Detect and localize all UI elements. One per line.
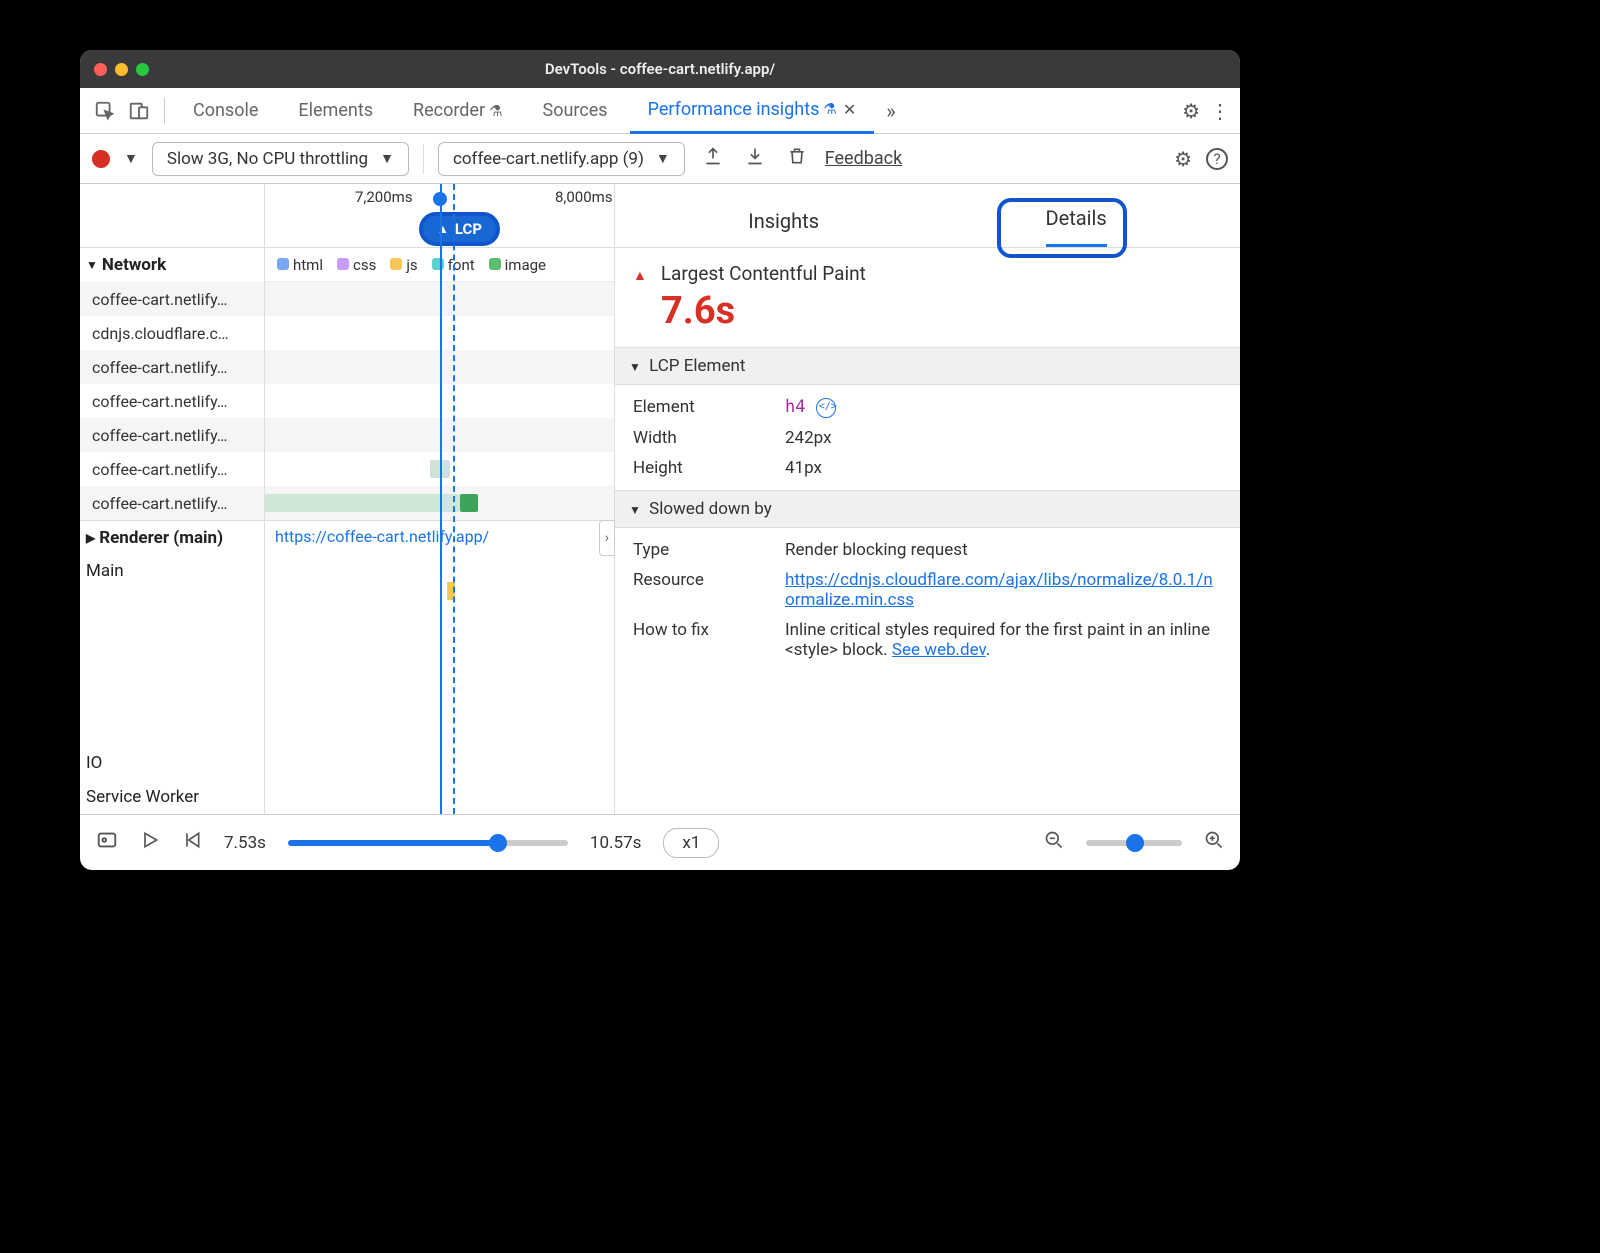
upload-icon[interactable]	[699, 146, 727, 171]
howto-label: How to fix	[633, 620, 773, 660]
timeline-column[interactable]: 7,200ms 8,000ms ▲ LCP html css js font i…	[265, 184, 615, 814]
download-icon[interactable]	[741, 146, 769, 171]
settings-gear-icon[interactable]: ⚙	[1182, 99, 1200, 123]
lcp-element-header[interactable]: ▼ LCP Element	[615, 347, 1240, 385]
network-row[interactable]: coffee-cart.netlify…	[80, 418, 264, 452]
devtools-tabs: Console Elements Recorder⚗ Sources Perfo…	[80, 88, 1240, 134]
network-row[interactable]: coffee-cart.netlify…	[80, 282, 264, 316]
tab-recorder[interactable]: Recorder⚗	[395, 88, 521, 134]
throttling-select[interactable]: Slow 3G, No CPU throttling▼	[152, 142, 409, 176]
lcp-element-table: Element h4 Width 242px Height 41px	[615, 385, 1240, 490]
flask-icon: ⚗	[823, 100, 836, 118]
lcp-value: 7.6s	[661, 289, 1222, 333]
expand-panel-handle[interactable]: ›	[599, 520, 615, 556]
perf-toolbar: ▼ Slow 3G, No CPU throttling▼ coffee-car…	[80, 134, 1240, 184]
tracks-label-column: ▼ Network coffee-cart.netlify… cdnjs.clo…	[80, 184, 265, 814]
network-row[interactable]: coffee-cart.netlify…	[80, 350, 264, 384]
tab-elements[interactable]: Elements	[280, 88, 391, 134]
devtools-window: DevTools - coffee-cart.netlify.app/ Cons…	[80, 50, 1240, 870]
playback-speed[interactable]: x1	[663, 828, 719, 858]
network-request-list: coffee-cart.netlify… cdnjs.cloudflare.c……	[80, 282, 264, 520]
tab-sources[interactable]: Sources	[525, 88, 626, 134]
renderer-main-row[interactable]: Main	[80, 554, 264, 588]
flask-icon: ⚗	[489, 102, 502, 120]
more-tabs-icon[interactable]: »	[886, 99, 895, 123]
zoom-out-icon[interactable]	[1044, 830, 1064, 855]
element-label: Element	[633, 397, 773, 418]
lcp-summary: ▲ Largest Contentful Paint 7.6s	[615, 248, 1240, 347]
time-tick: 7,200ms	[355, 188, 413, 206]
time-tick: 8,000ms	[555, 188, 613, 206]
insights-details-tabs: Insights Details	[615, 184, 1240, 248]
tab-performance-insights[interactable]: Performance insights ⚗ ✕	[630, 88, 875, 134]
element-value[interactable]: h4	[785, 397, 1222, 418]
network-row[interactable]: coffee-cart.netlify…	[80, 486, 264, 520]
inspect-element-icon[interactable]	[90, 96, 120, 126]
time-start: 7.53s	[224, 833, 266, 853]
lcp-dashed-line	[453, 184, 455, 814]
playback-slider[interactable]	[288, 840, 568, 846]
network-row[interactable]: coffee-cart.netlify…	[80, 384, 264, 418]
chevron-down-icon: ▼	[86, 258, 98, 272]
recording-select[interactable]: coffee-cart.netlify.app (9)▼	[438, 142, 685, 176]
tab-details[interactable]: Details	[1046, 206, 1107, 247]
record-button[interactable]	[92, 150, 110, 168]
renderer-url-link[interactable]: https://coffee-cart.netlify.app/	[275, 527, 489, 546]
kebab-menu-icon[interactable]: ⋮	[1210, 99, 1230, 123]
window-title: DevTools - coffee-cart.netlify.app/	[80, 60, 1240, 78]
zoom-slider[interactable]	[1086, 840, 1182, 846]
close-tab-icon[interactable]: ✕	[843, 100, 856, 119]
request-bar[interactable]	[460, 494, 478, 512]
inspect-node-icon[interactable]	[816, 398, 836, 418]
help-icon[interactable]: ?	[1206, 148, 1228, 170]
details-panel: Insights Details ▲ Largest Contentful Pa…	[615, 184, 1240, 814]
type-value: Render blocking request	[785, 540, 1222, 560]
slowed-down-table: Type Render blocking request Resource ht…	[615, 528, 1240, 672]
playback-footer: 7.53s 10.57s x1	[80, 814, 1240, 870]
height-value: 41px	[785, 458, 1222, 478]
renderer-section-header[interactable]: ▶ Renderer (main)	[80, 520, 264, 554]
warning-triangle-icon: ▲	[437, 222, 449, 236]
slowed-down-header[interactable]: ▼ Slowed down by	[615, 490, 1240, 528]
network-section-header[interactable]: ▼ Network	[80, 248, 264, 282]
delete-icon[interactable]	[783, 146, 811, 171]
network-row[interactable]: cdnjs.cloudflare.c…	[80, 316, 264, 350]
panel-settings-icon[interactable]: ⚙	[1174, 147, 1192, 171]
lcp-marker-badge[interactable]: ▲ LCP	[419, 212, 500, 246]
record-dropdown-icon[interactable]: ▼	[124, 150, 138, 167]
tab-insights[interactable]: Insights	[748, 209, 819, 247]
request-bar[interactable]	[265, 494, 460, 512]
zoom-in-icon[interactable]	[1204, 830, 1224, 855]
renderer-sw-row[interactable]: Service Worker	[80, 780, 264, 814]
webdev-link[interactable]: See web.dev	[892, 640, 986, 660]
time-end: 10.57s	[590, 833, 641, 853]
lcp-time-marker-line	[440, 184, 442, 814]
main-content: ▼ Network coffee-cart.netlify… cdnjs.clo…	[80, 184, 1240, 814]
titlebar: DevTools - coffee-cart.netlify.app/	[80, 50, 1240, 88]
height-label: Height	[633, 458, 773, 478]
lcp-title: Largest Contentful Paint	[661, 262, 866, 285]
tab-console[interactable]: Console	[175, 88, 276, 134]
play-icon[interactable]	[140, 830, 160, 855]
feedback-link[interactable]: Feedback	[825, 148, 902, 169]
howto-value: Inline critical styles required for the …	[785, 620, 1222, 660]
width-value: 242px	[785, 428, 1222, 448]
device-mode-icon[interactable]	[124, 96, 154, 126]
screenshot-toggle-icon[interactable]	[96, 829, 118, 856]
renderer-io-row[interactable]: IO	[80, 746, 264, 780]
chevron-right-icon: ▶	[86, 531, 95, 545]
network-row[interactable]: coffee-cart.netlify…	[80, 452, 264, 486]
type-label: Type	[633, 540, 773, 560]
width-label: Width	[633, 428, 773, 448]
resource-link[interactable]: https://cdnjs.cloudflare.com/ajax/libs/n…	[785, 570, 1213, 610]
warning-triangle-icon: ▲	[633, 268, 647, 284]
resource-label: Resource	[633, 570, 773, 610]
skip-back-icon[interactable]	[182, 830, 202, 855]
